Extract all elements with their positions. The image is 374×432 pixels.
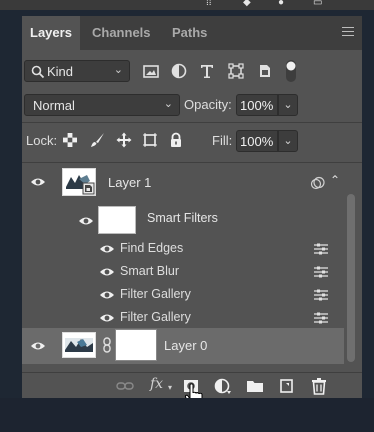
- layer-thumbnail[interactable]: [62, 168, 96, 196]
- filter-blending-options-icon[interactable]: [314, 243, 328, 255]
- panel-footer: fx ▾: [22, 372, 362, 408]
- chevron-down-icon: ⌄: [113, 64, 123, 76]
- filter-blending-options-icon[interactable]: [314, 312, 328, 324]
- collapse-arrow-icon[interactable]: ⌃: [330, 173, 340, 187]
- filter-row-filter-gallery[interactable]: Filter Gallery: [22, 284, 344, 306]
- adjustment-filter-icon[interactable]: [170, 62, 188, 80]
- divider: [22, 122, 362, 123]
- circle-icon[interactable]: ●: [278, 0, 284, 8]
- eye-icon[interactable]: [78, 216, 94, 226]
- layer-row-layer-1[interactable]: Layer 1 ⌃: [22, 164, 344, 204]
- filter-blending-options-icon[interactable]: [314, 266, 328, 278]
- opacity-label: Opacity:: [184, 97, 232, 112]
- filter-name[interactable]: Smart Blur: [120, 264, 179, 278]
- photo-thumbnail-icon: [63, 333, 95, 357]
- kind-label: Kind: [47, 64, 74, 79]
- filter-row-find-edges[interactable]: Find Edges: [22, 238, 344, 260]
- smart-filter-mask-thumbnail[interactable]: [98, 206, 136, 234]
- smart-filters-label: Smart Filters: [147, 211, 218, 225]
- blend-mode-value: Normal: [33, 98, 75, 113]
- lock-all-icon[interactable]: [168, 132, 184, 148]
- blend-mode-select[interactable]: Normal ⌄: [24, 94, 180, 116]
- panel-menu-icon[interactable]: [342, 27, 354, 36]
- photo-thumbnail-icon: [63, 169, 95, 195]
- eye-icon[interactable]: [99, 244, 115, 254]
- fill-label: Fill:: [212, 133, 233, 148]
- smart-filters-row[interactable]: Smart Filters: [22, 204, 344, 236]
- adjustment-layer-icon[interactable]: [214, 377, 232, 395]
- layer-thumbnail[interactable]: [62, 332, 96, 358]
- diamond-icon[interactable]: ◆: [243, 0, 251, 8]
- filter-blending-options-icon[interactable]: [314, 289, 328, 301]
- search-icon: [31, 65, 45, 79]
- eye-icon[interactable]: [99, 267, 115, 277]
- layer-1-name[interactable]: Layer 1: [108, 175, 151, 190]
- filter-name[interactable]: Find Edges: [120, 241, 183, 255]
- lock-label: Lock:: [26, 133, 58, 148]
- tab-paths[interactable]: Paths: [172, 16, 207, 50]
- filter-row: Kind ⌄: [22, 56, 362, 86]
- layer-0-name[interactable]: Layer 0: [164, 338, 207, 353]
- type-filter-icon[interactable]: [198, 62, 216, 80]
- pixel-filter-icon[interactable]: [142, 62, 160, 80]
- filter-row-smart-blur[interactable]: Smart Blur: [22, 261, 344, 283]
- trash-top-icon[interactable]: ▭: [313, 0, 322, 8]
- divider: [22, 162, 362, 163]
- lock-transparent-pixels-icon[interactable]: [62, 132, 78, 148]
- eye-icon[interactable]: [99, 313, 115, 323]
- opacity-dropdown-button[interactable]: ⌄: [278, 94, 298, 116]
- eye-icon[interactable]: [30, 177, 46, 187]
- fx-icon[interactable]: fx: [150, 376, 163, 392]
- eye-icon[interactable]: [30, 341, 46, 351]
- desktop-background: [0, 398, 374, 432]
- filter-name[interactable]: Filter Gallery: [120, 310, 191, 324]
- layers-list: Layer 1 ⌃ Smart Filters Find Edges Smart…: [22, 164, 344, 368]
- filter-toggle-icon[interactable]: [284, 59, 298, 83]
- layer-mask-thumbnail[interactable]: [115, 329, 157, 361]
- filter-row-filter-gallery-2[interactable]: Filter Gallery: [22, 307, 344, 329]
- new-group-icon[interactable]: [246, 377, 264, 395]
- top-panel-strip: ⁞⁞ ◆ ● ▭: [0, 0, 374, 10]
- fx-dropdown-icon: ▾: [168, 383, 173, 392]
- panel-tabs: Layers Channels Paths: [22, 16, 362, 50]
- filter-name[interactable]: Filter Gallery: [120, 287, 191, 301]
- delete-icon[interactable]: [310, 377, 328, 395]
- mask-link-icon[interactable]: [102, 337, 112, 353]
- fill-input[interactable]: 100%: [236, 130, 278, 152]
- eye-icon[interactable]: [99, 290, 115, 300]
- lock-artboard-icon[interactable]: [142, 132, 158, 148]
- tab-layers[interactable]: Layers: [22, 16, 80, 50]
- link-layers-icon[interactable]: [116, 377, 134, 395]
- kind-filter-select[interactable]: Kind ⌄: [24, 60, 130, 82]
- new-layer-icon[interactable]: [278, 377, 296, 395]
- lock-image-pixels-icon[interactable]: [90, 132, 106, 148]
- fill-dropdown-button[interactable]: ⌄: [278, 130, 298, 152]
- tab-channels[interactable]: Channels: [92, 16, 151, 50]
- layers-scrollbar[interactable]: [345, 164, 357, 364]
- smart-object-filter-icon[interactable]: [256, 62, 274, 80]
- chevron-down-icon: ⌄: [163, 98, 173, 110]
- lock-row: Lock: Fill: 100% ⌄: [22, 128, 362, 154]
- smart-filter-effects-icon[interactable]: [310, 176, 326, 190]
- opacity-input[interactable]: 100%: [236, 94, 278, 116]
- scrollbar-thumb[interactable]: [347, 194, 355, 362]
- layer-row-layer-0[interactable]: Layer 0: [22, 328, 344, 364]
- shape-filter-icon[interactable]: [227, 62, 245, 80]
- lock-position-icon[interactable]: [116, 132, 132, 148]
- align-icon[interactable]: ⁞⁞: [206, 0, 212, 8]
- layers-panel: Layers Channels Paths Kind ⌄ Normal ⌄ Op…: [22, 16, 362, 408]
- blend-row: Normal ⌄ Opacity: 100% ⌄: [22, 92, 362, 118]
